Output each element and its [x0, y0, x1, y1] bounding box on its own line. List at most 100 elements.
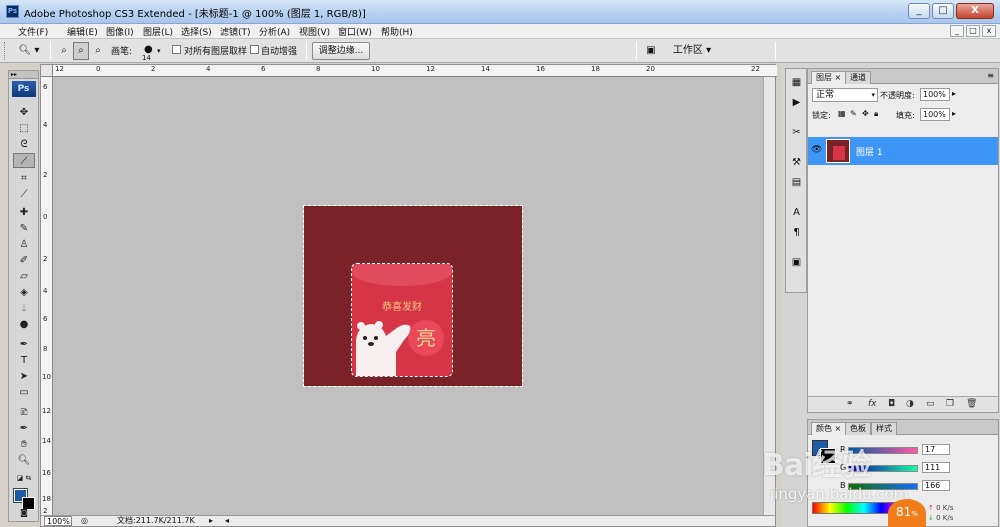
fill-input[interactable]: 100% — [920, 108, 950, 121]
subtract-selection-button[interactable]: ⌕ — [90, 42, 106, 60]
workspace-menu[interactable]: 工作区 ▾ — [670, 42, 714, 60]
panel-menu-icon[interactable]: ≡ — [987, 71, 994, 80]
character-icon[interactable]: A — [789, 205, 804, 220]
paragraph-icon[interactable]: ¶ — [789, 225, 804, 240]
menu-image[interactable]: 图像(I) — [106, 25, 134, 38]
menu-help[interactable]: 帮助(H) — [381, 25, 413, 38]
new-layer-icon[interactable]: ❐ — [946, 399, 954, 409]
channel-b-value[interactable]: 166 — [922, 480, 950, 491]
channel-g-value[interactable]: 111 — [922, 462, 950, 473]
blur-tool-icon[interactable]: 💧︎ — [13, 301, 35, 316]
doc-minimize-button[interactable]: _ — [950, 25, 964, 37]
bridge-button[interactable]: ▣ — [640, 42, 662, 60]
fill-arrow-icon[interactable]: ▸ — [952, 109, 956, 118]
options-grip[interactable] — [4, 42, 7, 60]
maximize-button[interactable]: □ — [932, 3, 954, 19]
brush-picker[interactable]: ● 14 ▾ — [138, 42, 164, 62]
vertical-ruler[interactable]: 6 4 2 0 2 4 6 8 10 12 14 16 18 2 — [41, 77, 53, 517]
layer-row[interactable]: 👁︎ 图层 1 — [808, 137, 998, 165]
menu-window[interactable]: 窗口(W) — [338, 25, 372, 38]
ruler-origin[interactable] — [41, 65, 53, 77]
status-info-icon[interactable]: ◎ — [81, 516, 88, 526]
lock-image-icon[interactable]: ✎ — [850, 109, 857, 118]
sample-all-layers-checkbox[interactable] — [172, 45, 181, 54]
layer-comps-icon[interactable]: ▣ — [789, 255, 804, 270]
tab-channels[interactable]: 通道 — [845, 71, 871, 84]
zoom-tool-icon[interactable]: 🔍︎ — [13, 453, 35, 468]
crop-tool-icon[interactable]: ⌗ — [13, 171, 35, 186]
menu-filter[interactable]: 滤镜(T) — [220, 25, 251, 38]
scroll-left-icon[interactable]: ◂ — [225, 516, 229, 526]
tab-layers[interactable]: 图层 × — [811, 71, 847, 84]
lasso-tool-icon[interactable]: ᘓ — [13, 137, 35, 152]
path-selection-icon[interactable]: ➤ — [13, 369, 35, 384]
ruler-tick-label: 8 — [43, 345, 48, 353]
tool-preset-picker[interactable]: 🔍︎ ▾ — [14, 42, 44, 60]
type-tool-icon[interactable]: T — [13, 353, 35, 368]
menu-layer[interactable]: 图层(L) — [143, 25, 173, 38]
clone-stamp-icon[interactable]: ♙ — [13, 237, 35, 252]
history-brush-icon[interactable]: ✐ — [13, 253, 35, 268]
lock-transparency-icon[interactable]: ▦ — [838, 109, 846, 118]
brush-tool-icon[interactable]: ✎ — [13, 221, 35, 236]
menu-edit[interactable]: 编辑(E) — [67, 25, 98, 38]
new-selection-button[interactable]: ⌕ — [56, 42, 72, 60]
eye-icon[interactable]: 👁︎ — [811, 145, 822, 155]
healing-brush-icon[interactable]: ✚ — [13, 205, 35, 220]
add-to-selection-button[interactable]: ⌕ — [73, 42, 89, 60]
quick-selection-icon: 🔍︎ ▾ — [18, 45, 40, 56]
doc-close-button[interactable]: x — [982, 25, 996, 37]
dodge-tool-icon[interactable]: ● — [13, 317, 35, 332]
auto-enhance-checkbox[interactable] — [250, 45, 259, 54]
link-icon[interactable]: ⚭ — [846, 399, 854, 409]
speed-widget[interactable]: 81% — [888, 499, 926, 527]
history-icon[interactable]: ▶ — [789, 95, 804, 110]
menu-view[interactable]: 视图(V) — [299, 25, 330, 38]
quick-mask-icon[interactable]: ◙ — [13, 505, 35, 520]
shape-tool-icon[interactable]: ▭ — [13, 385, 35, 400]
refine-edge-button[interactable]: 调整边缘... — [312, 42, 370, 60]
navigator-icon[interactable]: ▦ — [789, 75, 804, 90]
slice-tool-icon[interactable]: ⟋ — [13, 187, 35, 202]
zoom-field[interactable]: 100% — [44, 516, 72, 526]
brushes-icon[interactable]: ▤ — [789, 175, 804, 190]
hand-tool-icon[interactable]: ✋︎ — [13, 437, 35, 452]
move-tool-icon[interactable]: ✥ — [13, 105, 35, 120]
pen-tool-icon[interactable]: ✒ — [13, 337, 35, 352]
doc-restore-button[interactable]: □ — [966, 25, 980, 37]
document-canvas[interactable]: 恭喜发财 亮 — [303, 205, 523, 387]
menu-select[interactable]: 选择(S) — [181, 25, 212, 38]
eraser-tool-icon[interactable]: ▱ — [13, 269, 35, 284]
blend-mode-select[interactable]: 正常 ▾ — [812, 88, 878, 102]
opacity-input[interactable]: 100% — [920, 88, 950, 101]
menu-analysis[interactable]: 分析(A) — [259, 25, 290, 38]
minimize-button[interactable]: _ — [908, 3, 930, 19]
lock-position-icon[interactable]: ✥ — [862, 109, 869, 118]
notes-tool-icon[interactable]: 🗈︎ — [13, 405, 35, 420]
canvas-area[interactable]: 恭喜发财 亮 — [53, 77, 765, 517]
tab-swatches[interactable]: 色板 — [845, 422, 871, 435]
paint-bucket-icon[interactable]: ◈ — [13, 285, 35, 300]
group-icon[interactable]: ▭ — [926, 399, 935, 409]
toolbox-collapse[interactable]: ▸▸ — [9, 71, 38, 79]
tab-color[interactable]: 颜色 × — [811, 422, 847, 435]
tool-presets-icon[interactable]: ⚒ — [789, 155, 804, 170]
marquee-tool-icon[interactable]: ⬚ — [13, 121, 35, 136]
trash-icon[interactable]: 🗑︎ — [966, 399, 977, 409]
fx-icon[interactable]: fx — [868, 399, 877, 409]
red-envelope-selection[interactable]: 恭喜发财 亮 — [351, 263, 453, 377]
mask-icon[interactable]: ◘ — [888, 399, 895, 409]
status-menu-arrow-icon[interactable]: ▸ — [209, 516, 213, 526]
horizontal-ruler[interactable]: 12 0 2 4 6 8 10 12 14 16 18 20 22 — [53, 65, 777, 77]
lock-all-icon[interactable]: 🔒︎ — [874, 109, 878, 119]
menu-file[interactable]: 文件(F) — [18, 25, 48, 38]
default-colors-icon[interactable]: ◪ ⇆ — [13, 471, 35, 486]
channel-r-value[interactable]: 17 — [922, 444, 950, 455]
eyedropper-icon[interactable]: ✒ — [13, 421, 35, 436]
adjustment-icon[interactable]: ◑ — [906, 399, 914, 409]
close-button[interactable]: X — [956, 3, 994, 19]
quick-selection-tool-icon[interactable]: ⟋ — [13, 153, 35, 168]
actions-icon[interactable]: ✂ — [789, 125, 804, 140]
tab-styles[interactable]: 样式 — [871, 422, 897, 435]
opacity-arrow-icon[interactable]: ▸ — [952, 89, 956, 98]
